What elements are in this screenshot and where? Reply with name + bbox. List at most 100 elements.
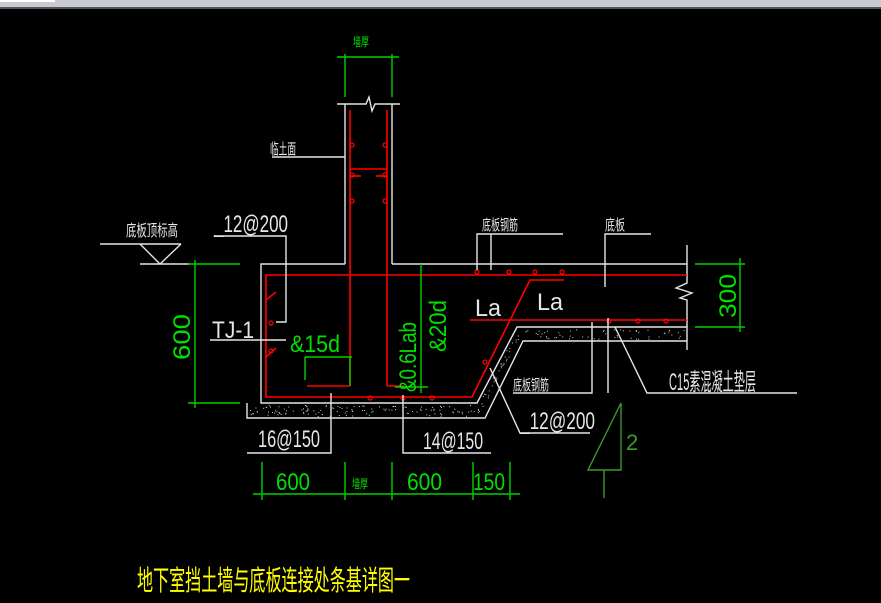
concrete-speckle [535,333,537,334]
label-soil-face: 临土面 [270,141,296,158]
concrete-speckle [263,407,265,409]
concrete-speckle [492,377,494,379]
concrete-speckle [466,415,467,417]
concrete-speckle [503,363,505,365]
concrete-speckle [278,406,280,408]
concrete-speckle [636,338,637,340]
concrete-speckle [470,410,472,412]
concrete-speckle [635,331,637,332]
concrete-speckle [500,365,502,367]
concrete-speckle [546,337,548,339]
concrete-speckle [616,334,618,336]
concrete-speckle [391,409,393,411]
concrete-speckle [325,406,327,408]
concrete-speckle [477,412,479,414]
concrete-speckle [307,408,309,410]
concrete-speckle [362,405,364,407]
concrete-speckle [544,332,546,334]
concrete-speckle [569,335,571,337]
label-rebar-14-150: 14@150 [423,428,483,455]
concrete-speckle [272,412,273,413]
concrete-speckle [321,414,323,415]
concrete-speckle [426,414,428,416]
cad-drawing: 临土面 底板顶标高 _12@200 TJ-1 La La 底板钢筋 底板 底板钢… [100,35,797,597]
concrete-speckle [477,408,479,410]
concrete-speckle [593,338,595,340]
concrete-speckle [304,405,306,406]
concrete-speckle [255,407,257,409]
concrete-speckle [658,336,660,338]
concrete-speckle [540,336,542,338]
concrete-speckle [339,407,341,408]
concrete-speckle [603,330,604,332]
label-anchor-0.6lab: &0.6Lab [395,322,422,392]
concrete-speckle [351,409,353,411]
concrete-speckle [443,406,445,407]
concrete-speckle [307,413,309,415]
concrete-speckle [478,411,480,412]
concrete-speckle [434,413,436,415]
concrete-speckle [277,414,279,416]
concrete-speckle [648,338,650,340]
concrete-speckle [313,410,315,412]
label-rebar-16-150: 16@150 [258,426,320,453]
concrete-speckle [647,329,649,331]
concrete-speckle [576,329,578,331]
concrete-speckle [501,363,503,365]
concrete-speckle [306,406,308,408]
concrete-speckle [346,411,348,413]
concrete-speckle [359,406,360,407]
concrete-speckle [416,411,418,413]
concrete-speckle [648,336,650,338]
concrete-speckle [502,365,504,366]
concrete-speckle [457,411,459,413]
concrete-speckle [541,333,543,335]
label-slab: 底板 [605,216,625,234]
concrete-speckle [302,411,304,413]
concrete-speckle [393,405,395,407]
concrete-speckle [420,410,422,411]
concrete-speckle [669,330,670,331]
label-la-right: La [537,289,564,316]
concrete-speckle [303,408,304,410]
concrete-speckle [252,413,254,415]
label-rebar-12-200-left: _12@200 [213,211,288,238]
concrete-speckle [366,413,368,415]
concrete-speckle [468,411,470,413]
concrete-speckle [629,330,631,332]
concrete-speckle [546,336,548,338]
concrete-speckle [371,411,373,413]
concrete-speckle [341,408,343,409]
label-anchor-15d: &15d [290,331,340,358]
concrete-speckle [363,405,365,407]
concrete-speckle [598,338,600,340]
concrete-speckle [496,378,498,380]
concrete-speckle [517,335,519,337]
drawing-title: 地下室挡土墙与底板连接处条基详图一 [137,564,410,597]
rebar-dot [506,269,512,275]
concrete-speckle [275,410,277,412]
concrete-speckle [371,408,373,410]
label-anchor-20d: &20d [425,300,452,352]
concrete-speckle [508,356,510,358]
concrete-speckle [431,406,433,408]
concrete-speckle [433,409,435,411]
concrete-speckle [458,411,460,413]
wall-outline [337,94,400,264]
concrete-speckle [569,330,571,332]
concrete-speckle [509,351,511,353]
concrete-speckle [320,409,322,411]
concrete-speckle [318,412,320,414]
concrete-speckle [477,410,479,411]
concrete-speckle [488,395,490,397]
concrete-speckle [338,415,340,416]
concrete-speckle [346,407,348,409]
concrete-speckle [336,410,338,412]
concrete-speckle [351,411,353,412]
concrete-speckle [440,413,441,415]
concrete-speckle [481,403,483,405]
concrete-speckle [498,370,500,372]
concrete-speckle [671,334,673,336]
concrete-speckle [617,336,619,338]
concrete-speckle [407,413,409,415]
